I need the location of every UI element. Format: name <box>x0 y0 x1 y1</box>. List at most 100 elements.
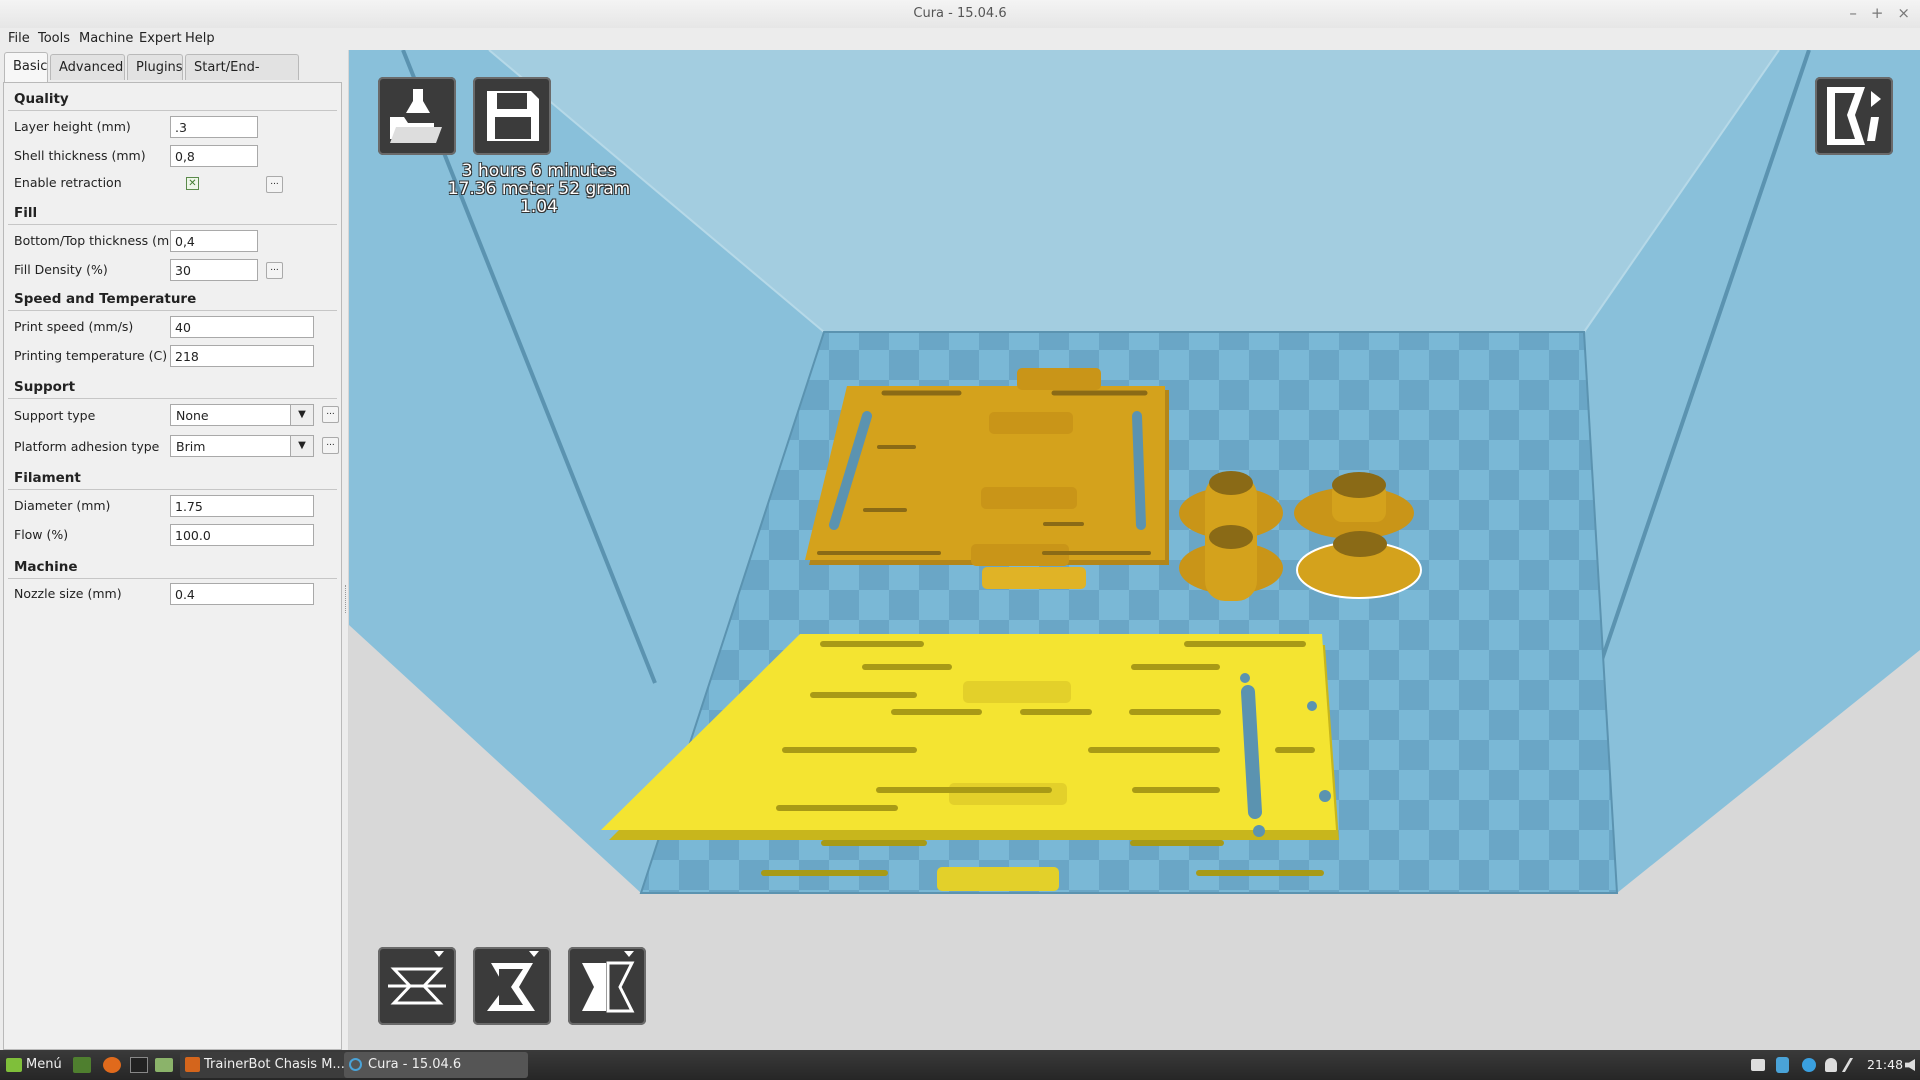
layer-height-input[interactable] <box>170 116 258 138</box>
printing-temperature-label: Printing temperature (C) <box>14 348 168 363</box>
task-cura[interactable]: Cura - 15.04.6 <box>344 1052 528 1078</box>
volume-icon[interactable] <box>1905 1059 1915 1071</box>
print-cost: 1.04 <box>520 197 558 217</box>
menu-bar: File Tools Machine Expert Help <box>0 28 1920 50</box>
support-type-value: None <box>176 408 209 423</box>
bottom-top-thickness-label: Bottom/Top thickness (mm) <box>14 233 187 248</box>
section-quality: Quality <box>14 91 69 107</box>
tab-basic[interactable]: Basic <box>4 52 48 82</box>
bottom-top-thickness-input[interactable] <box>170 230 258 252</box>
platform-adhesion-more-button[interactable]: ... <box>322 437 339 454</box>
support-type-select[interactable]: None ▼ <box>170 404 314 426</box>
view-mode-icon <box>1827 87 1881 145</box>
flow-label: Flow (%) <box>14 527 69 542</box>
retraction-more-button[interactable]: ... <box>266 176 283 193</box>
fill-density-input[interactable] <box>170 259 258 281</box>
layer-height-label: Layer height (mm) <box>14 119 131 134</box>
mint-logo-icon <box>6 1058 22 1072</box>
tab-start-end-gcode[interactable]: Start/End-GCode <box>185 54 299 101</box>
divider <box>8 310 337 311</box>
taskbar: Menú TrainerBot Chasis M... Cura - 15.04… <box>0 1050 1920 1080</box>
task-cura-label: Cura - 15.04.6 <box>368 1057 462 1072</box>
divider <box>8 578 337 579</box>
diameter-label: Diameter (mm) <box>14 498 111 513</box>
3d-viewport[interactable]: 3 hours 6 minutes 17.36 meter 52 gram 1.… <box>349 50 1920 1050</box>
nozzle-size-input[interactable] <box>170 583 314 605</box>
mirror-button[interactable] <box>568 947 646 1025</box>
tab-advanced[interactable]: Advanced <box>50 54 125 80</box>
rotate-icon <box>388 951 446 1005</box>
diameter-input[interactable] <box>170 495 314 517</box>
fill-density-label: Fill Density (%) <box>14 262 108 277</box>
rotate-button[interactable] <box>378 947 456 1025</box>
model-plate-top[interactable] <box>805 368 1169 589</box>
divider <box>8 224 337 225</box>
clock[interactable]: 21:48 <box>1867 1050 1903 1080</box>
dropbox-icon[interactable] <box>1751 1059 1765 1071</box>
save-icon <box>487 91 539 141</box>
load-model-button[interactable] <box>378 77 456 155</box>
enable-retraction-label: Enable retraction <box>14 175 122 190</box>
support-type-more-button[interactable]: ... <box>322 406 339 423</box>
menu-tools[interactable]: Tools <box>36 28 72 50</box>
print-speed-input[interactable] <box>170 316 314 338</box>
maximize-button[interactable]: + <box>1871 4 1884 22</box>
shell-thickness-label: Shell thickness (mm) <box>14 148 146 163</box>
menu-file[interactable]: File <box>6 28 32 50</box>
section-support: Support <box>14 379 76 395</box>
save-gcode-button[interactable] <box>473 77 551 155</box>
support-type-label: Support type <box>14 408 96 423</box>
close-button[interactable]: × <box>1897 4 1910 22</box>
tab-plugins[interactable]: Plugins <box>127 54 183 80</box>
divider <box>8 398 337 399</box>
menu-help[interactable]: Help <box>183 28 217 50</box>
printing-temperature-input[interactable] <box>170 345 314 367</box>
window-controls: – + × <box>1849 4 1910 22</box>
divider <box>8 489 337 490</box>
start-menu-label: Menú <box>26 1057 62 1072</box>
terminal-icon[interactable] <box>130 1057 148 1073</box>
scale-icon <box>487 951 539 1011</box>
dropdown-arrow-icon[interactable]: ▼ <box>290 405 313 425</box>
view-mode-button[interactable] <box>1815 77 1893 155</box>
section-filament: Filament <box>14 470 81 486</box>
task-trainerbot-label: TrainerBot Chasis M... <box>204 1057 345 1072</box>
mirror-icon <box>582 951 635 1013</box>
scale-button[interactable] <box>473 947 551 1025</box>
platform-adhesion-select[interactable]: Brim ▼ <box>170 435 314 457</box>
update-icon[interactable] <box>1802 1058 1816 1072</box>
network-icon[interactable] <box>1841 1058 1868 1072</box>
section-speed-temperature: Speed and Temperature <box>14 291 197 307</box>
platform-adhesion-label: Platform adhesion type <box>14 439 160 454</box>
task-trainerbot[interactable]: TrainerBot Chasis M... <box>180 1052 358 1078</box>
flow-input[interactable] <box>170 524 314 546</box>
divider <box>8 110 337 111</box>
load-model-icon <box>390 89 442 143</box>
enable-retraction-checkbox[interactable]: ✕ <box>186 177 199 190</box>
show-desktop-icon[interactable] <box>73 1057 91 1073</box>
minimize-button[interactable]: – <box>1849 4 1857 22</box>
settings-panel: Basic Advanced Plugins Start/End-GCode Q… <box>0 50 350 1050</box>
app-icon <box>185 1057 200 1072</box>
firefox-icon[interactable] <box>103 1057 121 1073</box>
print-material: 17.36 meter 52 gram <box>447 179 631 199</box>
basic-settings: Quality Layer height (mm) Shell thicknes… <box>3 82 342 1050</box>
shield-icon[interactable] <box>1776 1057 1789 1073</box>
fill-density-more-button[interactable]: ... <box>266 262 283 279</box>
print-time: 3 hours 6 minutes <box>461 161 617 181</box>
section-fill: Fill <box>14 205 38 221</box>
files-icon[interactable] <box>155 1058 173 1072</box>
window-title: Cura - 15.04.6 <box>913 6 1007 21</box>
title-bar: Cura - 15.04.6 – + × <box>0 0 1920 29</box>
menu-machine[interactable]: Machine <box>77 28 135 50</box>
menu-expert[interactable]: Expert <box>137 28 184 50</box>
print-speed-label: Print speed (mm/s) <box>14 319 134 334</box>
user-icon[interactable] <box>1825 1058 1837 1072</box>
section-machine: Machine <box>14 559 78 575</box>
dropdown-arrow-icon[interactable]: ▼ <box>290 436 313 456</box>
nozzle-size-label: Nozzle size (mm) <box>14 586 122 601</box>
platform-adhesion-value: Brim <box>176 439 206 454</box>
shell-thickness-input[interactable] <box>170 145 258 167</box>
cura-icon <box>349 1058 362 1071</box>
print-info: 3 hours 6 minutes 17.36 meter 52 gram 1.… <box>419 162 659 216</box>
